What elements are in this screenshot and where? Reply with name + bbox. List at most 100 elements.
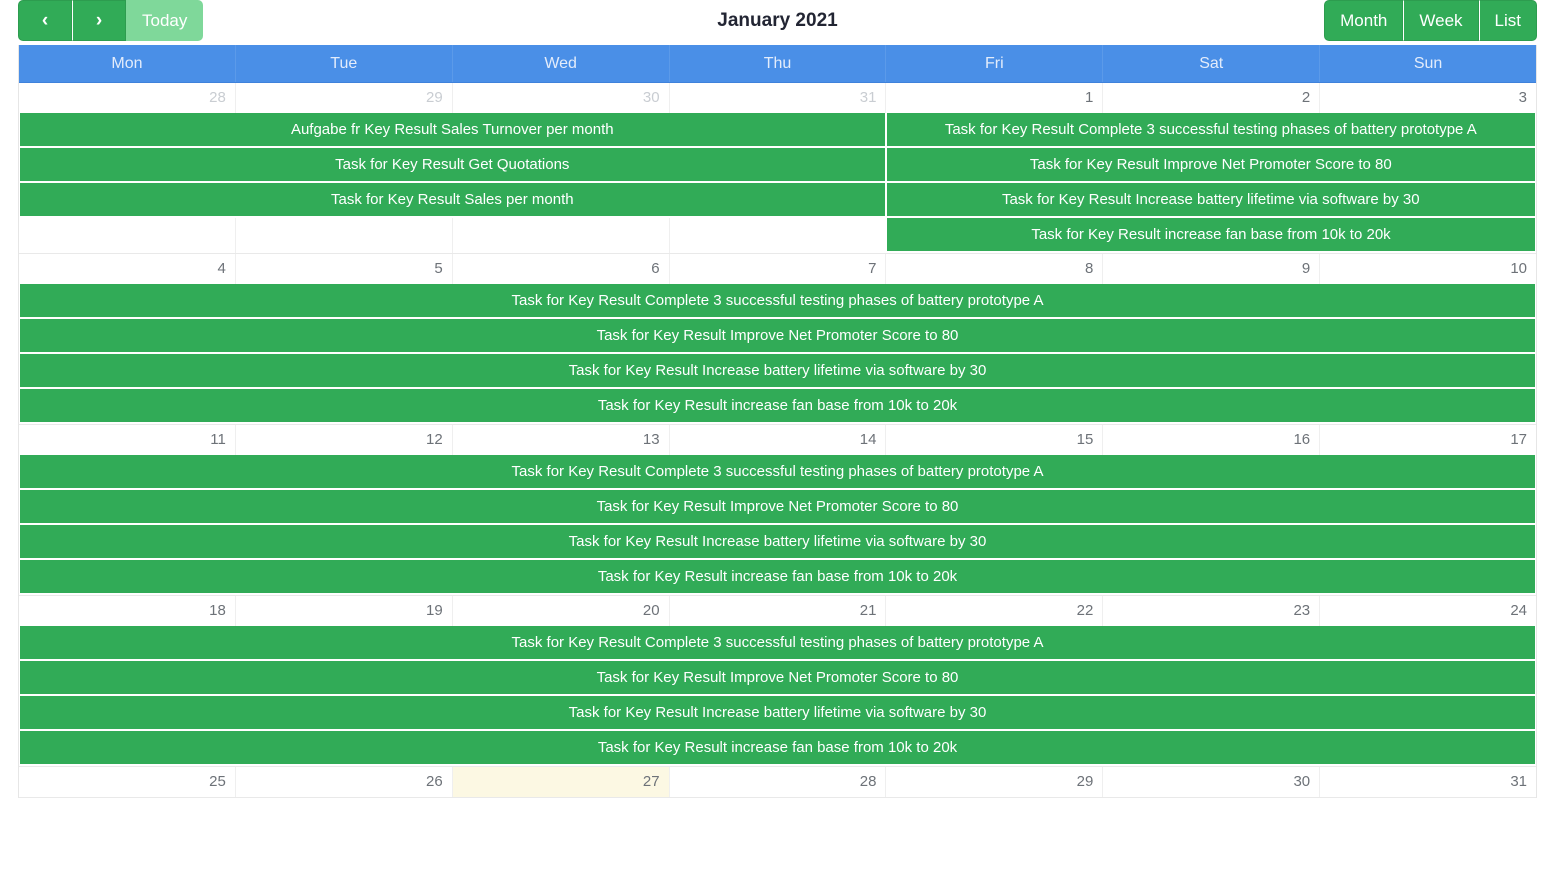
calendar-week: 4 5 6 7 8 9 10 Task for Key Result Complete 3 s… [19,254,1537,425]
calendar-event[interactable]: Task for Key Result Increase battery lif… [19,354,1536,389]
day-cell[interactable]: 21 [668,596,886,626]
calendar-event[interactable]: Task for Key Result Increase battery lif… [19,696,1536,731]
chevron-right-icon: › [95,10,103,31]
day-cell[interactable]: 25 [19,767,235,797]
day-cell[interactable]: 30 [451,83,669,113]
event-rows: Aufgabe fr Key Result Sales Turnover per… [19,113,1536,253]
event-line: Task for Key Result increase fan base fr… [19,389,1536,424]
navigation-button-group: ‹ › Today [18,0,204,41]
day-cell[interactable]: 15 [885,425,1103,455]
calendar-event[interactable]: Task for Key Result increase fan base fr… [19,389,1536,424]
event-rows: Task for Key Result Complete 3 successfu… [19,284,1536,424]
day-cell[interactable]: 26 [234,767,452,797]
event-line: Task for Key Result Get Quotations Task f… [19,148,1536,183]
day-cell[interactable]: 24 [1319,596,1537,626]
calendar-event[interactable]: Task for Key Result Complete 3 successfu… [885,113,1536,148]
event-line: Task for Key Result Improve Net Promoter… [19,490,1536,525]
day-cell-today[interactable]: 27 [451,767,669,797]
calendar-toolbar: ‹ › Today January 2021 Month Week List [0,0,1555,45]
calendar-event[interactable]: Task for Key Result Get Quotations [19,148,886,183]
calendar-event[interactable]: Task for Key Result Complete 3 successfu… [19,626,1536,661]
event-rows: Task for Key Result Complete 3 successfu… [19,455,1536,595]
calendar-event[interactable]: Task for Key Result Increase battery lif… [19,525,1536,560]
day-cell[interactable]: 16 [1102,425,1320,455]
empty-event-slot [452,218,669,253]
day-of-week-sun: Sun [1319,45,1536,82]
event-line: Task for Key Result Improve Net Promoter… [19,319,1536,354]
day-of-week-thu: Thu [668,45,886,82]
calendar-event[interactable]: Task for Key Result Increase battery lif… [885,183,1536,218]
calendar-event[interactable]: Task for Key Result Improve Net Promoter… [19,661,1536,696]
event-line: Task for Key Result Increase battery lif… [19,696,1536,731]
event-rows: Task for Key Result Complete 3 successfu… [19,626,1536,766]
calendar-event[interactable]: Task for Key Result Improve Net Promoter… [19,490,1536,525]
day-cell[interactable]: 20 [451,596,669,626]
day-cell[interactable]: 22 [885,596,1103,626]
calendar-event[interactable]: Task for Key Result increase fan base fr… [19,560,1536,595]
day-cell[interactable]: 29 [885,767,1103,797]
prev-month-button[interactable]: ‹ [18,0,72,41]
day-cell[interactable]: 30 [1102,767,1320,797]
day-of-week-header: Mon Tue Wed Thu Fri Sat Sun [19,45,1536,82]
calendar-event[interactable]: Task for Key Result Improve Net Promoter… [19,319,1536,354]
event-line: Task for Key Result increase fan base fr… [19,218,1536,253]
view-switcher-button-group: Month Week List [1324,0,1537,41]
day-cell[interactable]: 1 [885,83,1103,113]
day-cell[interactable]: 23 [1102,596,1320,626]
day-of-week-mon: Mon [111,55,143,72]
calendar-event[interactable]: Task for Key Result Complete 3 successfu… [19,455,1536,490]
day-cell[interactable]: 4 [19,254,235,284]
chevron-left-icon: ‹ [41,10,49,31]
day-cell[interactable]: 14 [668,425,886,455]
day-cell[interactable]: 28 [19,83,235,113]
calendar-week: 11 12 13 14 15 16 17 Task for Key Result Comple… [19,425,1537,596]
empty-event-slot [235,218,452,253]
empty-event-slot [19,218,235,253]
day-cell[interactable]: 19 [234,596,452,626]
calendar-week: 18 19 20 21 22 23 24 Task for Key Result Comple… [19,596,1537,767]
calendar-event[interactable]: Aufgabe fr Key Result Sales Turnover per… [19,113,886,148]
day-number-row: 11 12 13 14 15 16 17 [19,425,1537,455]
calendar-event[interactable]: Task for Key Result Improve Net Promoter… [885,148,1536,183]
day-cell[interactable]: 9 [1102,254,1320,284]
day-number-row: 4 5 6 7 8 9 10 [19,254,1537,284]
day-cell[interactable]: 28 [668,767,886,797]
day-cell[interactable]: 2 [1102,83,1320,113]
day-cell[interactable]: 18 [19,596,235,626]
day-cell[interactable]: 5 [234,254,452,284]
event-line: Task for Key Result Improve Net Promoter… [19,661,1536,696]
calendar-event[interactable]: Task for Key Result Complete 3 successfu… [19,284,1536,319]
day-cell[interactable]: 29 [234,83,452,113]
day-cell[interactable]: 10 [1319,254,1537,284]
calendar-week: 25 26 27 28 29 30 31 [19,767,1537,798]
day-of-week-sat: Sat [1102,45,1319,82]
view-month-button[interactable]: Month [1324,0,1404,41]
view-list-button[interactable]: List [1478,0,1537,41]
day-number-row: 25 26 27 28 29 30 31 [19,767,1537,797]
calendar-event[interactable]: Task for Key Result increase fan base fr… [886,218,1536,253]
day-cell[interactable]: 31 [1319,767,1537,797]
calendar-event[interactable]: Task for Key Result increase fan base fr… [19,731,1536,766]
day-cell[interactable]: 17 [1319,425,1537,455]
day-cell[interactable]: 3 [1319,83,1537,113]
event-line: Aufgabe fr Key Result Sales Turnover per… [19,113,1536,148]
day-cell[interactable]: 8 [885,254,1103,284]
next-month-button[interactable]: › [72,0,126,41]
event-line: Task for Key Result increase fan base fr… [19,560,1536,595]
day-cell[interactable]: 7 [668,254,886,284]
day-cell[interactable]: 12 [234,425,452,455]
day-cell[interactable]: 13 [451,425,669,455]
calendar-weeks: 28 29 30 31 1 2 3 Aufgabe fr Key Result Sales T… [19,82,1537,798]
event-line: Task for Key Result increase fan base fr… [19,731,1536,766]
day-cell[interactable]: 31 [668,83,886,113]
calendar-event[interactable]: Task for Key Result Sales per month [19,183,886,218]
day-cell[interactable]: 6 [451,254,669,284]
day-cell[interactable]: 11 [19,425,235,455]
today-button[interactable]: Today [126,0,204,41]
day-of-week-wed: Wed [451,45,669,82]
event-line: Task for Key Result Complete 3 successfu… [19,284,1536,319]
view-week-button[interactable]: Week [1403,0,1479,41]
day-of-week-fri: Fri [885,45,1102,82]
event-line: Task for Key Result Increase battery lif… [19,525,1536,560]
day-of-week-tue: Tue [234,45,452,82]
